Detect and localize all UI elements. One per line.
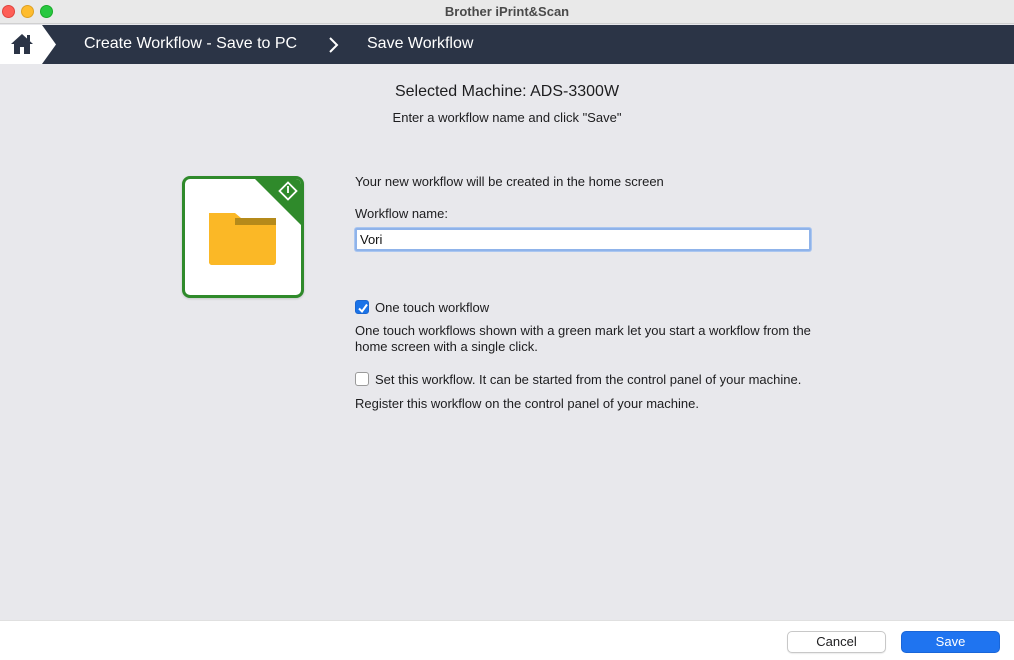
home-button[interactable] (0, 25, 56, 64)
control-panel-description: Register this workflow on the control pa… (355, 396, 699, 411)
workflow-name-label: Workflow name: (355, 206, 448, 221)
save-button[interactable]: Save (901, 631, 1000, 653)
main-content: Selected Machine: ADS-3300W Enter a work… (0, 64, 1014, 620)
selected-machine-heading: Selected Machine: ADS-3300W (394, 83, 620, 100)
instruction-text: Enter a workflow name and click "Save" (392, 110, 622, 125)
intro-text: Your new workflow will be created in the… (355, 174, 664, 189)
one-touch-workflow-checkbox[interactable] (355, 300, 369, 314)
control-panel-label[interactable]: Set this workflow. It can be started fro… (375, 372, 801, 387)
checkmark-icon (358, 303, 368, 314)
workflow-name-input[interactable] (355, 228, 811, 251)
breadcrumb-save-workflow: Save Workflow (367, 35, 474, 52)
title-bar: Brother iPrint&Scan (0, 0, 1014, 24)
cancel-button[interactable]: Cancel (787, 631, 886, 653)
footer-bar: Cancel Save (0, 620, 1014, 660)
workflow-folder-icon (182, 176, 304, 298)
breadcrumb-bar: Create Workflow - Save to PC Save Workfl… (0, 25, 1014, 64)
breadcrumb-create-workflow: Create Workflow - Save to PC (84, 35, 298, 52)
one-touch-workflow-label[interactable]: One touch workflow (375, 300, 489, 315)
one-touch-description: One touch workflows shown with a green m… (355, 323, 811, 354)
control-panel-checkbox[interactable] (355, 372, 369, 386)
chevron-right-icon (329, 37, 339, 53)
window-title: Brother iPrint&Scan (444, 4, 570, 19)
home-icon (11, 34, 33, 54)
